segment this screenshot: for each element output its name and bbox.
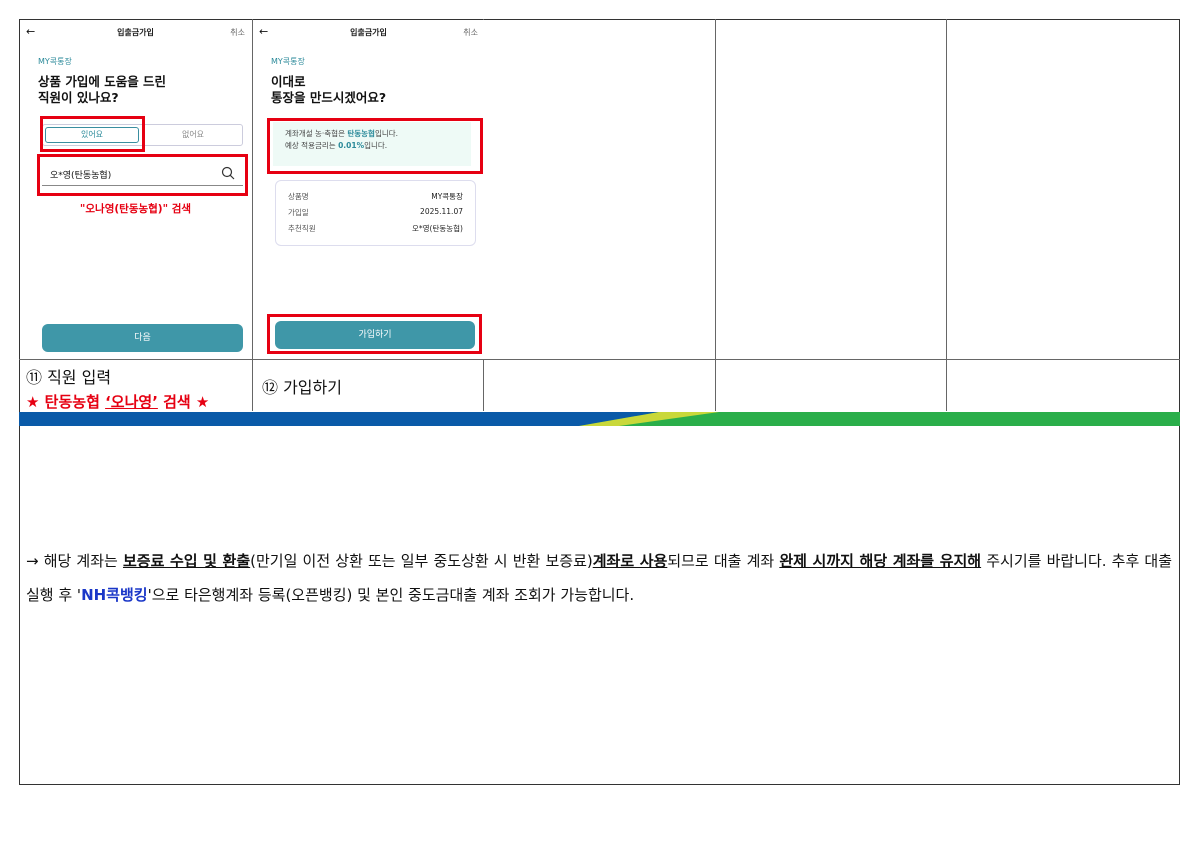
notice-text: (만기일 이전 상환 또는 일부 중도상환 시 반환 보증료) <box>250 552 593 570</box>
step-11-search-note: ★ 탄동농협 ‘오나영’ 검색 ★ <box>26 391 209 412</box>
screen-header: ← 입출금가입 취소 <box>253 26 484 40</box>
row-value: 2025.11.07 <box>420 207 463 216</box>
row-label: 상품명 <box>288 192 309 201</box>
table-row-divider <box>19 359 1180 360</box>
next-button[interactable]: 다음 <box>42 324 243 352</box>
step-11-caption: ⑪ 직원 입력 <box>26 368 112 387</box>
screen-heading: 이대로 통장을 만드시겠어요? <box>271 74 386 106</box>
notice-text: 되므로 대출 계좌 <box>667 552 780 570</box>
notice-paragraph: → 해당 계좌는 보증료 수입 및 환출(만기일 이전 상환 또는 일부 중도상… <box>26 544 1172 612</box>
row-value: MY콕통장 <box>431 192 463 201</box>
note-text: ★ 탄동농협 <box>26 393 106 411</box>
cancel-button[interactable]: 취소 <box>463 27 478 38</box>
highlight-box <box>267 118 483 174</box>
phone-screen-confirm: ← 입출금가입 취소 MY콕통장 이대로 통장을 만드시겠어요? 계좌개설 농·… <box>253 20 484 359</box>
notice-emphasis: 완제 시까지 해당 계좌를 유지해 <box>779 552 982 570</box>
table-column-divider <box>715 19 716 411</box>
notice-emphasis: 계좌로 사용 <box>592 552 668 570</box>
row-value: 오*영(탄동농협) <box>411 224 463 233</box>
highlight-box <box>267 314 482 354</box>
nh-app-name: NH콕뱅킹 <box>81 586 148 604</box>
summary-row: 추천직원 오*영(탄동농협) <box>288 223 463 235</box>
screen-title: 입출금가입 <box>350 28 387 37</box>
notice-emphasis: 보증료 수입 및 환출 <box>122 552 251 570</box>
notice-text: → 해당 계좌는 <box>26 552 123 570</box>
screen-header: ← 입출금가입 취소 <box>20 26 251 40</box>
summary-card: 상품명 MY콕통장 가입일 2025.11.07 추천직원 오*영(탄동농협) <box>275 180 476 246</box>
note-text: 검색 ★ <box>157 393 210 411</box>
heading-line: 상품 가입에 도움을 드린 <box>38 74 167 89</box>
product-tag: MY콕통장 <box>271 57 305 66</box>
heading-line: 직원이 있나요? <box>38 90 119 105</box>
search-hint: "오나영(탄동농협)" 검색 <box>79 203 192 215</box>
step-12-caption: ⑫ 가입하기 <box>262 378 342 397</box>
screen-heading: 상품 가입에 도움을 드린 직원이 있나요? <box>38 74 166 106</box>
highlight-box <box>37 154 248 196</box>
notice-text: '으로 타은행계좌 등록(오픈뱅킹) 및 본인 중도금대출 계좌 조회가 가능합… <box>147 586 635 604</box>
summary-row: 가입일 2025.11.07 <box>288 207 463 219</box>
heading-line: 이대로 <box>271 74 306 89</box>
table-column-divider <box>946 19 947 411</box>
heading-line: 통장을 만드시겠어요? <box>271 90 387 105</box>
staff-name: ‘오나영’ <box>105 393 158 411</box>
product-tag: MY콕통장 <box>38 57 72 66</box>
row-label: 가입일 <box>288 208 309 217</box>
row-label: 추천직원 <box>288 224 316 233</box>
screen-title: 입출금가입 <box>117 28 154 37</box>
summary-row: 상품명 MY콕통장 <box>288 191 463 203</box>
decorative-band <box>19 412 1180 426</box>
highlight-box <box>40 116 145 152</box>
no-option[interactable]: 없어요 <box>146 127 240 143</box>
cancel-button[interactable]: 취소 <box>230 27 245 38</box>
